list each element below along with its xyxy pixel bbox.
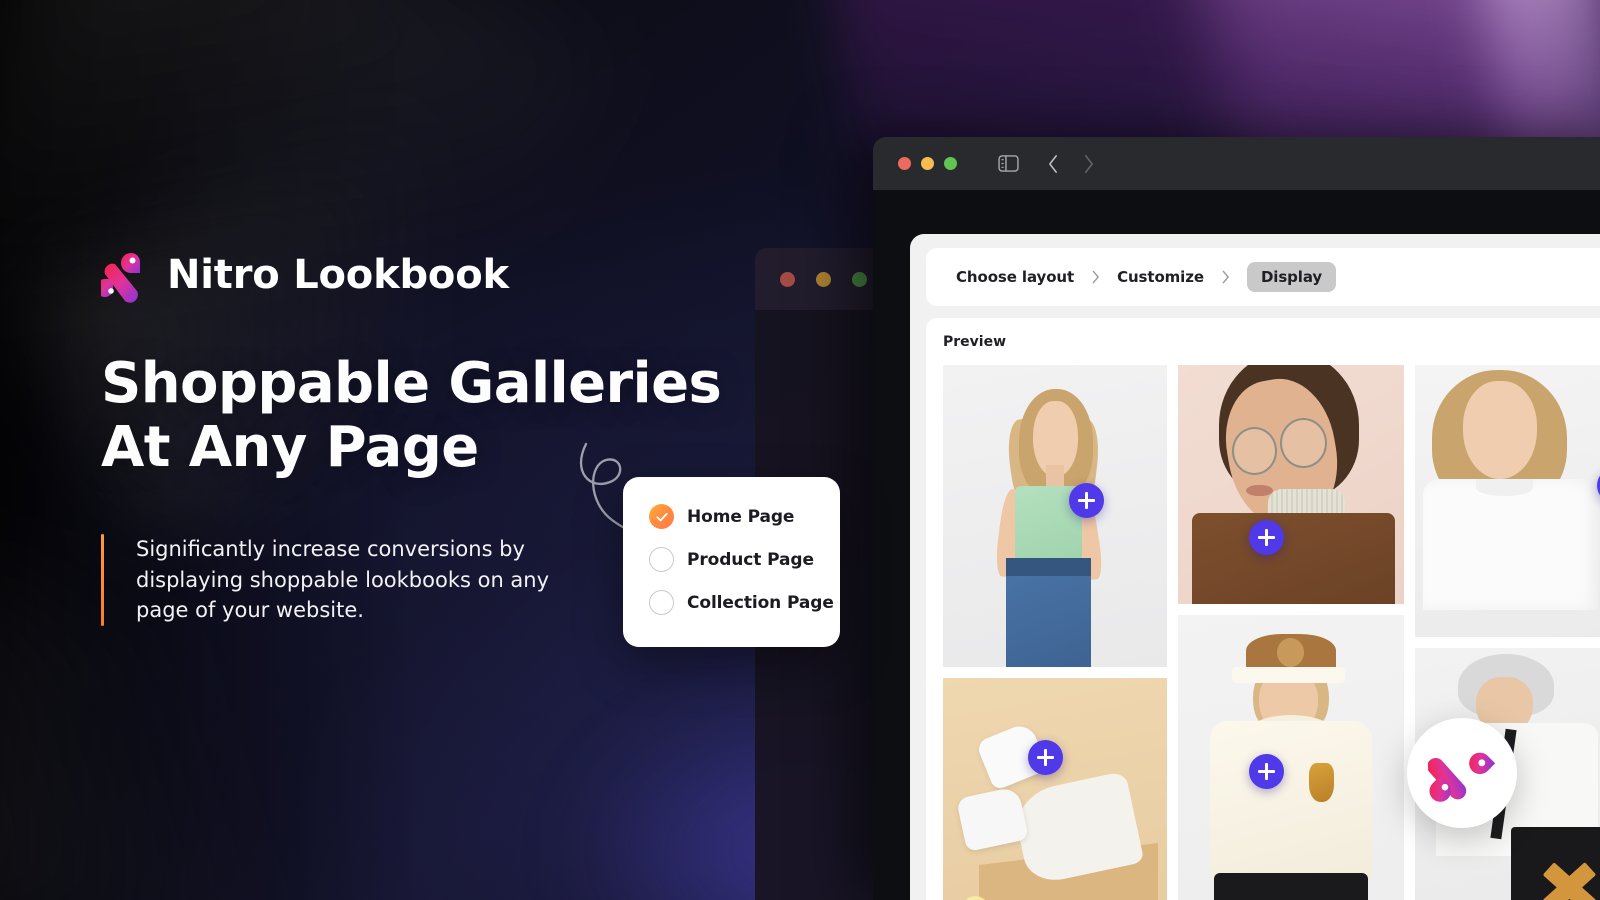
radio-label: Product Page (687, 549, 814, 570)
gallery-tile-blonde-white-tee[interactable] (1414, 365, 1600, 637)
tile-artwork (1178, 365, 1404, 604)
gallery-tile-blonde-mint-top-jeans[interactable] (943, 365, 1168, 667)
radio-label: Home Page (687, 506, 795, 527)
breadcrumb: Choose layout Customize Display (926, 248, 1600, 306)
tile-artwork (943, 678, 1168, 900)
chevron-right-icon[interactable] (1082, 154, 1095, 174)
browser-titlebar (873, 137, 1600, 190)
tile-artwork (1414, 365, 1600, 637)
tile-artwork (1178, 615, 1404, 900)
headline-line-1: Shoppable Galleries (101, 351, 722, 416)
plus-icon[interactable] (1069, 483, 1104, 518)
tile-artwork (943, 365, 1168, 667)
minimize-yellow[interactable] (921, 157, 934, 170)
gallery-column-1 (943, 365, 1168, 900)
nitro-logo-badge-icon (1407, 718, 1517, 828)
maximize-green[interactable] (944, 157, 957, 170)
gallery-tile-man-cap-cream-hoodie[interactable] (1178, 615, 1404, 900)
radio-empty-icon[interactable] (649, 547, 674, 572)
preview-title: Preview (943, 334, 1007, 350)
hero-section: Nitro Lookbook Shoppable Galleries At An… (0, 0, 880, 900)
radio-option-product-page[interactable]: Product Page (649, 546, 840, 573)
chevron-right-icon (1091, 270, 1100, 284)
chevron-left-icon[interactable] (1047, 154, 1060, 174)
breadcrumb-item-choose-layout[interactable]: Choose layout (956, 268, 1074, 286)
radio-empty-icon[interactable] (649, 590, 674, 615)
preview-gallery-grid (943, 365, 1600, 900)
hero-blurb: Significantly increase conversions by di… (136, 537, 550, 623)
page-selector-card: Home Page Product Page Collection Page (623, 477, 840, 647)
gallery-tile-white-sneakers-tan[interactable] (943, 678, 1168, 900)
radio-label: Collection Page (687, 592, 834, 613)
radio-option-collection-page[interactable]: Collection Page (649, 589, 840, 616)
gallery-column-2 (1178, 365, 1404, 900)
brand-name: Nitro Lookbook (167, 252, 509, 298)
nitro-n-logo-icon (96, 247, 147, 303)
brand-lockup: Nitro Lookbook (96, 247, 509, 303)
check-icon[interactable] (649, 504, 674, 529)
accent-bar (101, 534, 104, 626)
hero-blurb-block: Significantly increase conversions by di… (101, 534, 556, 626)
radio-option-home-page[interactable]: Home Page (649, 503, 840, 530)
plus-icon[interactable] (1028, 740, 1063, 775)
gallery-tile-woman-glasses-brown-coat[interactable] (1178, 365, 1404, 604)
sidebar-toggle-icon[interactable] (998, 155, 1019, 172)
chevron-right-icon (1221, 270, 1230, 284)
close-red[interactable] (898, 157, 911, 170)
breadcrumb-item-display[interactable]: Display (1246, 262, 1337, 292)
breadcrumb-item-customize[interactable]: Customize (1117, 268, 1204, 286)
